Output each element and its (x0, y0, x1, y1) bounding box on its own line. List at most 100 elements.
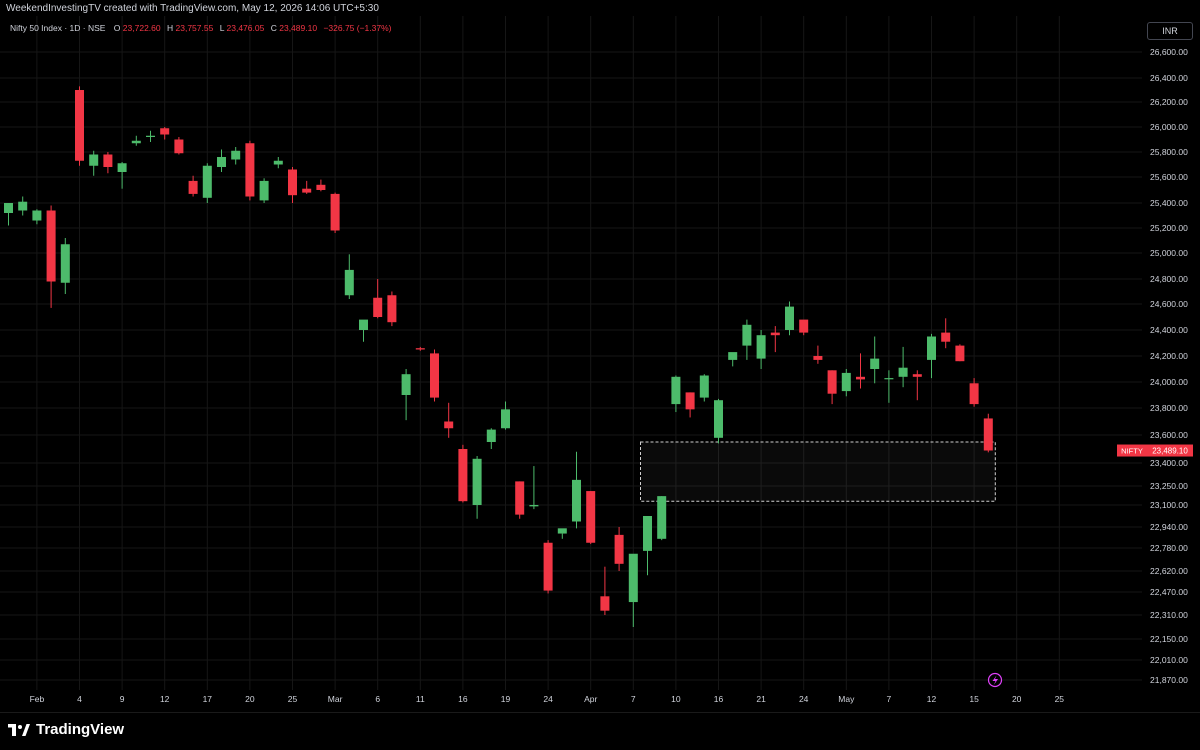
candle-body (458, 449, 468, 502)
candle-body (202, 165, 212, 198)
candle-body (288, 169, 297, 196)
svg-text:Nifty 50 Index · 1D · NSE: Nifty 50 Index · 1D · NSE O 23,722.60 H … (10, 23, 392, 33)
candle (643, 516, 652, 576)
candle (231, 147, 241, 165)
price-tick-label: 23,250.00 (1150, 481, 1188, 491)
candle (955, 344, 965, 362)
candle (415, 346, 425, 351)
time-tick-label: 15 (969, 694, 979, 704)
candle (856, 353, 865, 389)
time-tick-label: Feb (30, 694, 45, 704)
candle (344, 254, 354, 299)
footer: TradingView (0, 712, 1200, 750)
candle-body (444, 421, 454, 429)
highlight-zone[interactable] (640, 441, 996, 502)
candle-body (813, 356, 823, 360)
time-tick-label: 9 (120, 694, 125, 704)
candle-body (75, 90, 84, 161)
candle (273, 157, 283, 169)
price-tick-label: 22,470.00 (1150, 587, 1188, 597)
candle-body (89, 154, 99, 166)
candle-body (32, 210, 42, 221)
candle (75, 86, 84, 166)
time-tick-label: 16 (458, 694, 468, 704)
time-tick-label: 25 (288, 694, 298, 704)
tradingview-logo[interactable]: TradingView (8, 721, 124, 738)
candle (898, 346, 908, 388)
candle (202, 163, 212, 203)
price-tick-label: 23,100.00 (1150, 500, 1188, 510)
price-tick-label: 21,870.00 (1150, 675, 1188, 685)
candle (927, 333, 936, 379)
candle (188, 175, 198, 197)
candle-body (174, 139, 184, 154)
candle-body (969, 383, 979, 405)
candle (529, 466, 539, 510)
price-tick-label: 23,400.00 (1150, 458, 1188, 468)
candle-body (245, 143, 255, 197)
candle-body (415, 348, 425, 350)
candle (870, 336, 880, 384)
price-tick-label: 24,400.00 (1150, 325, 1188, 335)
candle-body (699, 375, 709, 398)
candle-body (628, 553, 638, 603)
time-tick-label: 12 (160, 694, 170, 704)
price-tick-label: 24,800.00 (1150, 274, 1188, 284)
time-tick-label: 21 (756, 694, 766, 704)
candle-body (515, 481, 525, 515)
candle-body (543, 542, 553, 591)
candle (742, 319, 752, 360)
time-tick-label: 24 (799, 694, 809, 704)
price-tag-value: 23,489.10 (1152, 447, 1188, 456)
candle-body (728, 352, 738, 360)
candle (756, 330, 766, 369)
candle (302, 180, 312, 194)
candle (174, 137, 184, 155)
candle-body (344, 269, 354, 296)
candle (941, 318, 951, 349)
price-axis[interactable]: 26,600.00 26,400.00 26,200.00 26,000.00 25,8… (1150, 47, 1188, 685)
price-tick-label: 25,600.00 (1150, 172, 1188, 182)
zone-rectangle[interactable] (640, 441, 996, 502)
legend-c-value: 23,489.10 (279, 23, 317, 33)
candle-body (756, 335, 766, 359)
price-tick-label: 25,400.00 (1150, 198, 1188, 208)
candle (18, 196, 28, 216)
time-tick-label: 7 (887, 694, 892, 704)
time-tick-label: 11 (416, 694, 425, 704)
tradingview-logo-text: TradingView (36, 721, 125, 738)
time-tick-label: 12 (927, 694, 937, 704)
candles (4, 86, 993, 627)
candle-body (60, 244, 70, 283)
time-tick-label: 24 (543, 694, 553, 704)
candle-body (856, 376, 865, 380)
price-tick-label: 22,940.00 (1150, 522, 1188, 532)
candle (288, 167, 297, 203)
legend-l-value: 23,476.05 (227, 23, 265, 33)
time-tick-label: 10 (671, 694, 681, 704)
candlestick-chart[interactable]: 26,600.00 26,400.00 26,200.00 26,000.00 25,8… (0, 0, 1200, 712)
tradingview-logo-icon (8, 723, 30, 736)
candle (813, 345, 823, 364)
candle (799, 319, 809, 336)
candle-body (870, 358, 880, 369)
candle (912, 370, 922, 401)
candle (472, 456, 482, 519)
time-axis[interactable]: Feb 4 9 12 17 20 25 Mar 6 11 16 19 24 Apr 7 10 16 21 24 May… (30, 694, 1065, 704)
candle (430, 349, 439, 402)
candle (557, 528, 567, 539)
candle-body (46, 210, 56, 282)
candle (884, 370, 894, 403)
candle (46, 205, 56, 308)
candle-body (231, 150, 241, 160)
candle (387, 291, 397, 327)
candle-body (770, 332, 780, 336)
legend-h-value: 23,757.55 (176, 23, 214, 33)
time-tick-label: 6 (375, 694, 380, 704)
candle-body (912, 374, 922, 377)
candle-body (259, 180, 269, 201)
currency-badge[interactable]: INR (1147, 22, 1193, 40)
candle (685, 392, 695, 418)
candle-body (841, 372, 851, 392)
candle (714, 398, 723, 444)
